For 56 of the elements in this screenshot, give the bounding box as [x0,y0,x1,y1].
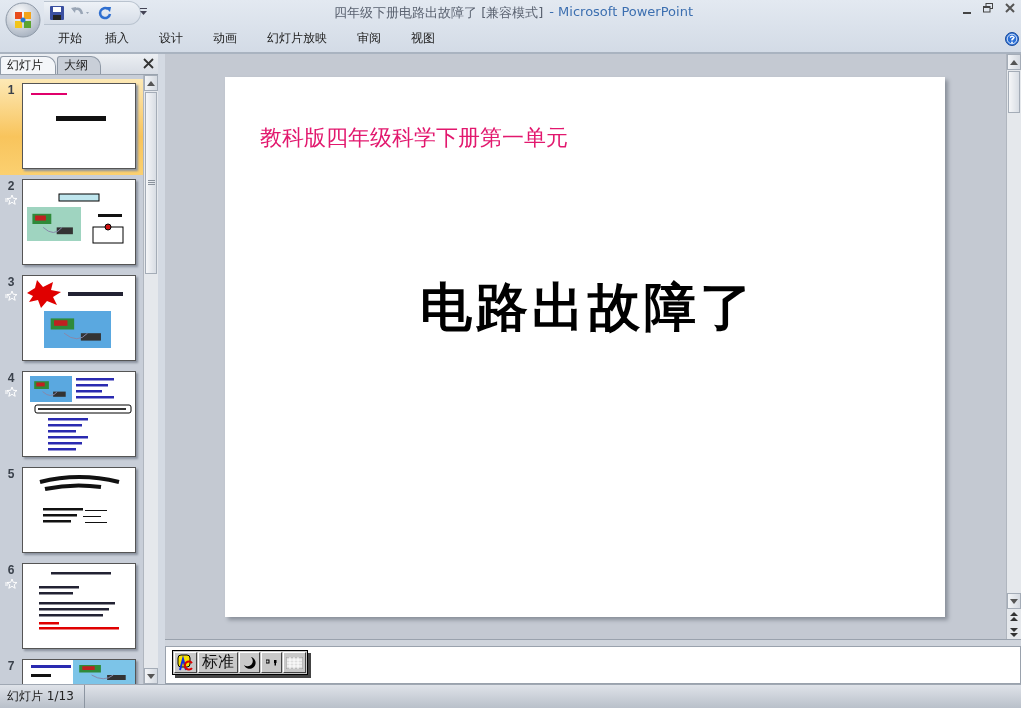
customize-toolbar-icon[interactable] [140,8,147,15]
slide-list-item[interactable]: 3 [0,271,143,367]
slide-list-item[interactable]: 4 [0,367,143,463]
slide-number: 3 [7,275,15,289]
slide-thumbnail[interactable] [22,467,136,553]
office-button[interactable] [5,2,41,38]
slide-counter: 幻灯片 1/13 [0,685,85,708]
slide-number: 7 [7,659,15,673]
slide-list-item[interactable]: 2 [0,175,143,271]
notes-pane[interactable]: 标准 [165,646,1021,684]
ribbon-tab[interactable]: 设计 [159,30,183,47]
slide-subtitle: 教科版四年级科学下册第一单元 [260,124,568,152]
restore-icon[interactable] [983,3,993,13]
slide-number: 5 [7,467,15,481]
panel-tab[interactable]: 幻灯片 [0,56,56,74]
slide-thumbnail[interactable] [22,371,136,457]
slide-number: 4 [7,371,15,385]
slide-list-item[interactable]: 5 [0,463,143,559]
input-mode-toggle[interactable]: 标准 [198,652,238,673]
slide-title: 电路出故障了 [420,276,756,339]
panel-tab[interactable]: 大纲 [57,56,101,74]
scroll-thumb[interactable] [1008,71,1020,113]
ribbon-tab[interactable]: 幻灯片放映 [267,30,327,47]
save-icon[interactable] [50,6,64,20]
ime-logo-icon[interactable] [177,654,194,671]
scroll-up-icon[interactable] [147,80,155,86]
punctuation-icon[interactable] [266,659,277,666]
redo-icon[interactable] [98,6,112,20]
slide-number: 6 [7,563,15,577]
scroll-down-icon[interactable] [147,673,155,679]
slide-number: 1 [7,83,15,97]
scroll-down-icon[interactable] [1010,598,1018,604]
close-icon[interactable] [143,58,154,69]
window-title: 四年级下册电路出故障了 [兼容模式] [334,4,544,22]
moon-icon[interactable] [243,656,256,669]
slide-list-item[interactable]: 7 [0,655,143,684]
slide-thumbnail[interactable] [22,83,136,169]
ribbon-tab[interactable]: 审阅 [357,30,381,47]
slide-thumbnail[interactable] [22,179,136,265]
close-icon[interactable] [1005,3,1015,13]
slide-thumbnail[interactable] [22,275,136,361]
slide-list-item[interactable]: 6 [0,559,143,655]
app-name: - Microsoft PowerPoint [549,4,693,21]
ribbon-tab[interactable]: 视图 [411,30,435,47]
previous-slide-icon[interactable] [1010,611,1018,622]
ribbon-tab[interactable]: 插入 [105,30,129,47]
next-slide-icon[interactable] [1010,626,1018,637]
help-icon[interactable] [1005,32,1019,46]
slide-number: 2 [7,179,15,193]
slide-canvas[interactable]: 教科版四年级科学下册第一单元 电路出故障了 [225,77,945,617]
scroll-up-icon[interactable] [1010,59,1018,65]
slide-thumbnail[interactable] [22,563,136,649]
slide-list-item[interactable]: 1 [0,79,143,175]
ribbon-tab[interactable]: 开始 [58,30,82,47]
grip-icon[interactable] [147,180,155,186]
ribbon-tab[interactable]: 动画 [213,30,237,47]
